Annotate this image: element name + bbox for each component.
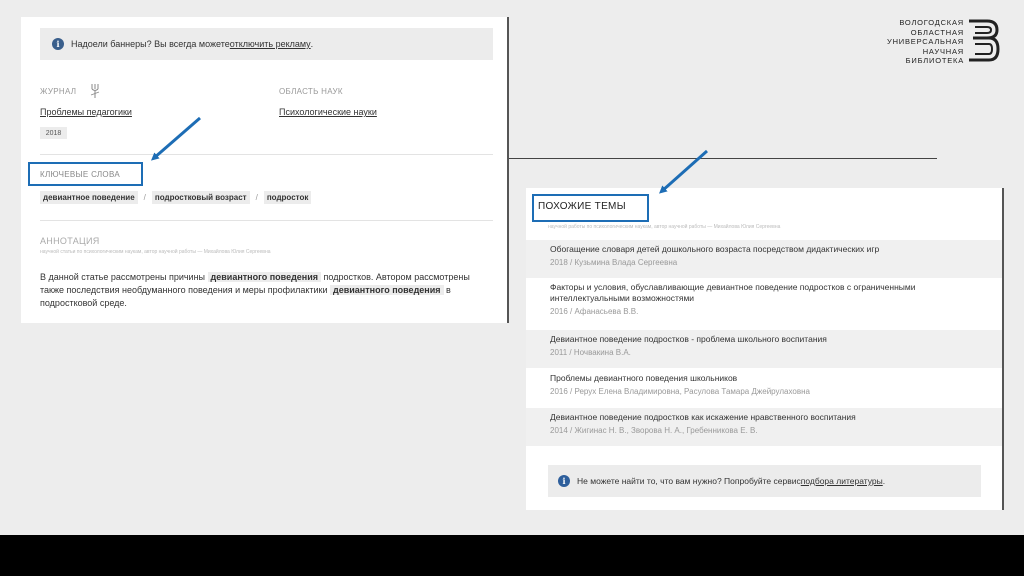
similar-topic-meta: 2016 / Рерух Елена Владимировна, Расулов… — [550, 387, 810, 396]
bottom-black-bar — [0, 535, 1024, 576]
similar-topics-panel: ПОХОЖИЕ ТЕМЫ научной работы по психологи… — [526, 188, 1004, 510]
journal-logo-icon — [90, 84, 100, 98]
library-logo-text: ВОЛОГОДСКАЯ ОБЛАСТНАЯ УНИВЕРСАЛЬНАЯ НАУЧ… — [880, 18, 964, 66]
library-logo-icon — [969, 19, 1000, 62]
divider — [40, 220, 493, 221]
logo-line: БИБЛИОТЕКА — [905, 56, 964, 65]
similar-topic-title[interactable]: Проблемы девиантного поведения школьнико… — [550, 373, 950, 384]
similar-topic-title[interactable]: Девиантное поведение подростков - пробле… — [550, 334, 950, 345]
article-panel: i Надоели баннеры? Вы всегда можете откл… — [21, 17, 509, 323]
similar-topic-item[interactable]: Девиантное поведение подростков как иска… — [526, 408, 1002, 446]
journal-link[interactable]: Проблемы педагогики — [40, 107, 132, 117]
similar-topic-meta: 2014 / Жигинас Н. В., Зворова Н. А., Гре… — [550, 426, 758, 435]
keyword-separator: / — [143, 193, 146, 202]
science-area-label: ОБЛАСТЬ НАУК — [279, 87, 343, 96]
logo-line: ВОЛОГОДСКАЯ — [899, 18, 964, 27]
disable-ads-link[interactable]: отключить рекламу — [230, 39, 311, 49]
logo-line: НАУЧНАЯ — [922, 46, 964, 56]
similar-topic-title[interactable]: Девиантное поведение подростков как иска… — [550, 412, 950, 423]
keyword-tag[interactable]: подростковый возраст — [151, 191, 250, 204]
similar-topic-item[interactable]: Девиантное поведение подростков - пробле… — [526, 330, 1002, 368]
similar-topic-item[interactable]: Проблемы девиантного поведения школьнико… — [526, 369, 1002, 407]
literature-search-banner: i Не можете найти то, что вам нужно? Поп… — [548, 465, 981, 497]
literature-banner-text: Не можете найти то, что вам нужно? Попро… — [577, 476, 801, 486]
annotation-part: В данной статье рассмотрены причины — [40, 272, 208, 282]
similar-topic-item[interactable]: Обогащение словаря детей дошкольного воз… — [526, 240, 1002, 278]
ad-banner-end: . — [310, 39, 314, 49]
literature-search-link[interactable]: подбора литературы — [801, 476, 883, 486]
literature-banner-end: . — [882, 476, 886, 486]
keyword-separator: / — [255, 193, 258, 202]
annotation-text: В данной статье рассмотрены причины деви… — [40, 271, 490, 310]
similar-topic-title[interactable]: Обогащение словаря детей дошкольного воз… — [550, 244, 950, 255]
divider — [40, 154, 493, 155]
similar-topic-item[interactable]: Факторы и условия, обуславливающие девиа… — [526, 278, 1002, 330]
similar-topic-meta: 2016 / Афанасьева В.В. — [550, 307, 639, 316]
year-badge: 2018 — [40, 127, 67, 139]
logo-line: ОБЛАСТНАЯ — [910, 27, 964, 37]
arrow-to-similar-topics — [659, 149, 708, 194]
similar-topic-meta: 2018 / Кузьмина Влада Сергеевна — [550, 258, 678, 267]
keyword-tag[interactable]: подросток — [263, 191, 312, 204]
science-area-link[interactable]: Психологические науки — [279, 107, 377, 117]
similar-topics-subtitle: научной работы по психологическим наукам… — [548, 224, 781, 230]
keyword-tag[interactable]: девиантное поведение — [40, 191, 138, 204]
annotation-label: АННОТАЦИЯ — [40, 236, 100, 246]
info-icon: i — [52, 38, 64, 50]
keywords-list: девиантное поведение / подростковый возр… — [40, 191, 312, 204]
annotation-highlight: девиантного поведения — [330, 285, 444, 295]
journal-label: ЖУРНАЛ — [40, 87, 77, 96]
separator-line — [509, 158, 937, 159]
similar-topic-title[interactable]: Факторы и условия, обуславливающие девиа… — [550, 282, 950, 304]
similar-topic-meta: 2011 / Ночвакина В.А. — [550, 348, 631, 357]
annotation-subtitle: научной статьи по психологическим наукам… — [40, 249, 271, 255]
info-icon: i — [558, 475, 570, 487]
annotation-highlight: девиантного поведения — [207, 272, 322, 282]
ad-banner: i Надоели баннеры? Вы всегда можете откл… — [40, 28, 493, 60]
keywords-label: КЛЮЧЕВЫЕ СЛОВА — [40, 170, 120, 179]
logo-line: УНИВЕРСАЛЬНАЯ — [887, 37, 964, 46]
ad-banner-text: Надоели баннеры? Вы всегда можете — [71, 39, 230, 49]
similar-topics-label: ПОХОЖИЕ ТЕМЫ — [538, 201, 626, 212]
